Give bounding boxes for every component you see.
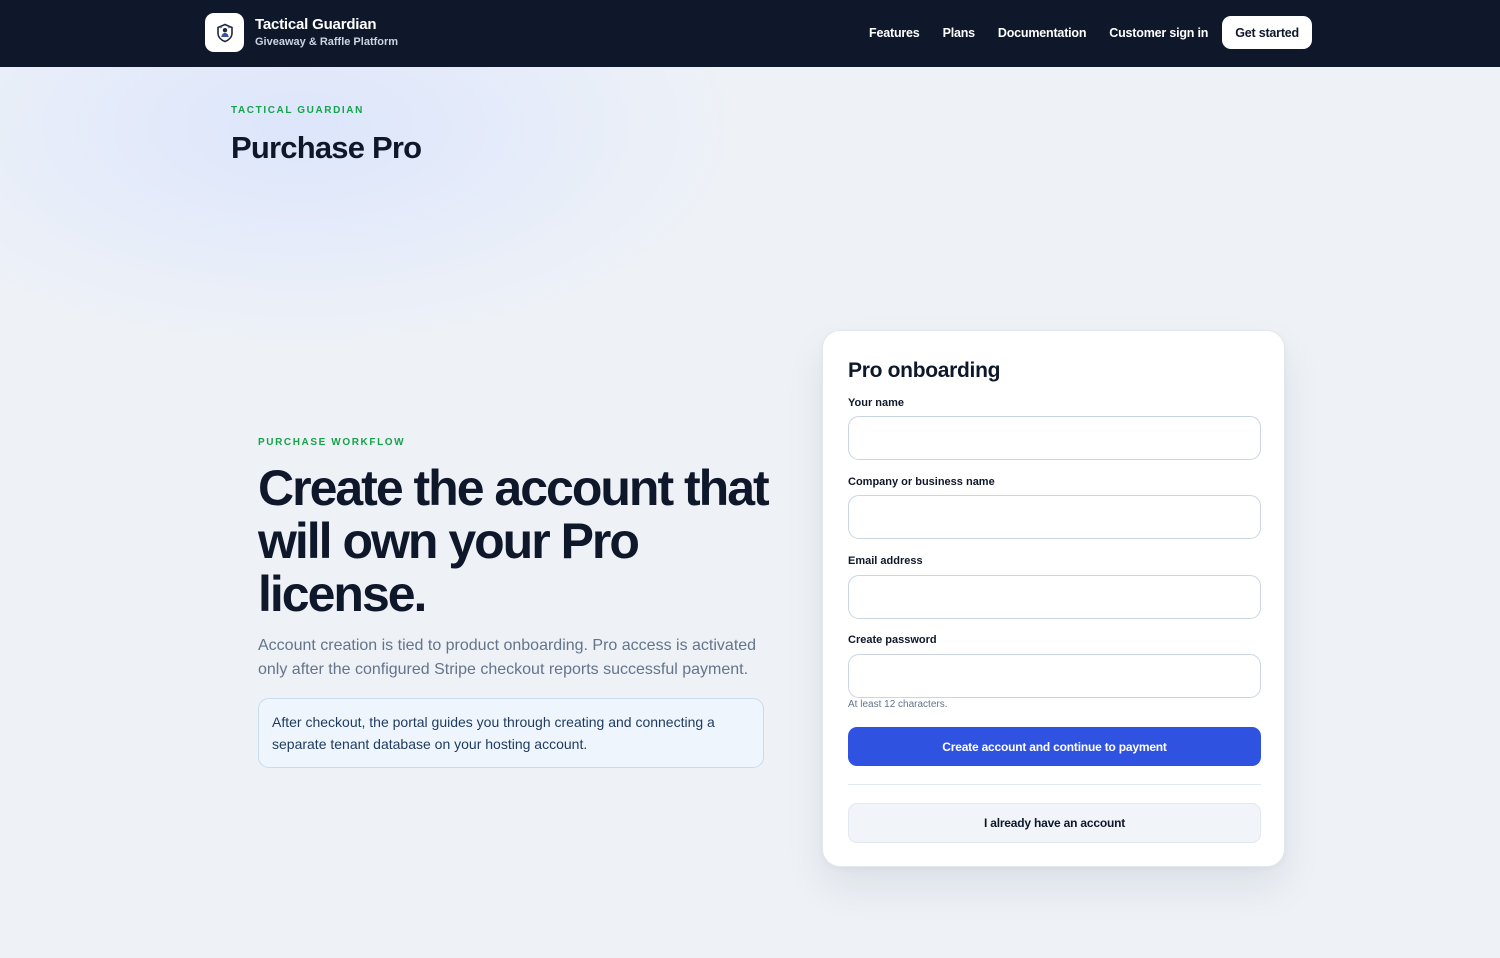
main-nav: Features Plans Documentation Customer si…	[846, 16, 1312, 49]
password-hint: At least 12 characters.	[848, 699, 948, 710]
form-divider	[848, 784, 1261, 785]
hero-title: Create the account that will own your Pr…	[258, 460, 770, 622]
create-account-button[interactable]: Create account and continue to payment	[848, 727, 1261, 766]
password-label: Create password	[848, 634, 937, 646]
name-input[interactable]	[848, 416, 1261, 460]
checkout-info-note: After checkout, the portal guides you th…	[258, 698, 764, 768]
password-input[interactable]	[848, 654, 1261, 698]
existing-account-button[interactable]: I already have an account	[848, 803, 1261, 843]
hero-eyebrow: PURCHASE WORKFLOW	[258, 437, 406, 448]
nav-link-customer-sign-in[interactable]: Customer sign in	[1109, 26, 1208, 40]
get-started-button[interactable]: Get started	[1222, 16, 1312, 49]
page-eyebrow: TACTICAL GUARDIAN	[231, 105, 364, 116]
hero-section: PURCHASE WORKFLOW Create the account tha…	[258, 437, 770, 768]
shield-figure-icon	[216, 23, 233, 42]
nav-link-features[interactable]: Features	[869, 26, 920, 40]
brand-tagline: Giveaway & Raffle Platform	[255, 36, 399, 48]
pro-onboarding-form: Pro onboarding Your name Company or busi…	[822, 330, 1285, 867]
brand-text: Tactical Guardian Giveaway & Raffle Plat…	[255, 17, 398, 48]
email-input[interactable]	[848, 575, 1261, 619]
top-navigation-bar: Tactical Guardian Giveaway & Raffle Plat…	[0, 0, 1500, 67]
name-label: Your name	[848, 397, 905, 409]
email-label: Email address	[848, 555, 923, 567]
brand[interactable]: Tactical Guardian Giveaway & Raffle Plat…	[205, 13, 398, 52]
nav-link-documentation[interactable]: Documentation	[998, 26, 1087, 40]
company-input[interactable]	[848, 495, 1261, 539]
brand-name: Tactical Guardian	[255, 16, 377, 33]
company-label: Company or business name	[848, 476, 995, 488]
form-title: Pro onboarding	[848, 359, 1001, 382]
hero-description: Account creation is tied to product onbo…	[258, 637, 757, 678]
nav-link-plans[interactable]: Plans	[943, 26, 976, 40]
brand-logo	[205, 13, 244, 52]
page-title: Purchase Pro	[231, 130, 422, 165]
